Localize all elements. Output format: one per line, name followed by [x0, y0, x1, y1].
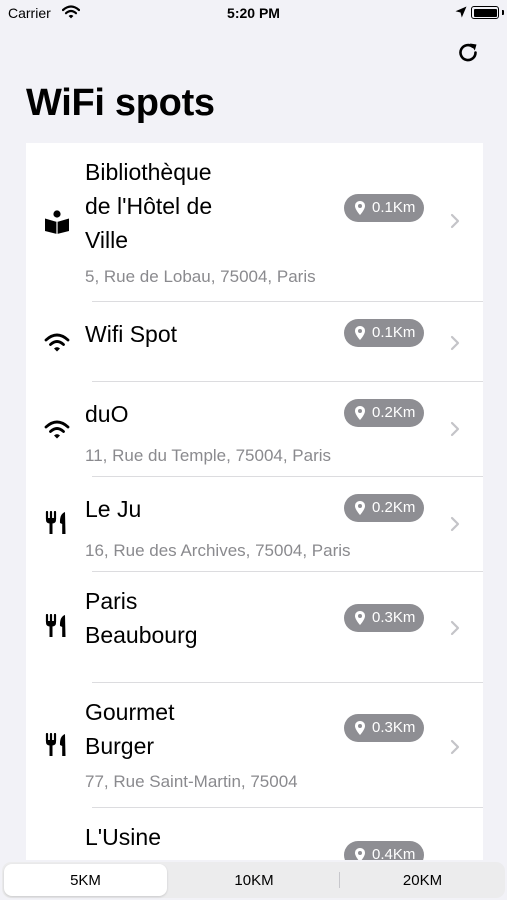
list-item[interactable]: Le Ju 16, Rue des Archives, 75004, Paris…: [26, 477, 483, 571]
distance-badge: 0.2Km: [344, 494, 424, 522]
location-pin-icon: [355, 848, 365, 860]
status-time: 5:20 PM: [227, 5, 280, 21]
list-item[interactable]: Paris Beaubourg 0.3Km: [26, 572, 483, 682]
location-pin-icon: [355, 611, 365, 625]
spot-name: L'Usine: [85, 824, 161, 850]
page-title: WiFi spots: [26, 82, 215, 124]
segment-20km[interactable]: 20KM: [340, 862, 505, 898]
distance-value: 0.4Km: [372, 846, 416, 860]
distance-badge: 0.1Km: [344, 194, 424, 222]
spot-name: Paris Beaubourg: [85, 588, 198, 648]
location-pin-icon: [355, 406, 365, 420]
chevron-right-icon: [450, 739, 460, 755]
spot-address: 16, Rue des Archives, 75004, Paris: [85, 541, 351, 560]
chevron-right-icon: [450, 213, 460, 229]
spot-name: Wifi Spot: [85, 321, 178, 347]
spot-name: duO: [85, 401, 129, 427]
list-item[interactable]: duO 11, Rue du Temple, 75004, Paris 0.2K…: [26, 382, 483, 476]
segment-5km[interactable]: 5KM: [4, 864, 167, 896]
restaurant-icon: [45, 614, 66, 637]
distance-badge: 0.1Km: [344, 319, 424, 347]
distance-badge: 0.2Km: [344, 399, 424, 427]
spots-list[interactable]: Bibliothèque de l'Hôtel de Ville 5, Rue …: [26, 143, 483, 860]
battery-tip: [502, 10, 504, 15]
distance-value: 0.3Km: [372, 719, 416, 736]
distance-badge: 0.3Km: [344, 604, 424, 632]
restaurant-icon: [45, 733, 66, 756]
distance-value: 0.2Km: [372, 499, 416, 516]
spot-address: 11, Rue du Temple, 75004, Paris: [85, 446, 332, 465]
spot-address: 5, Rue de Lobau, 75004, Paris: [85, 267, 316, 286]
spot-address: 77, Rue Saint-Martin, 75004: [85, 772, 298, 791]
wifi-icon: [44, 333, 70, 352]
location-pin-icon: [355, 326, 365, 340]
distance-value: 0.3Km: [372, 609, 416, 626]
location-pin-icon: [355, 721, 365, 735]
chevron-right-icon: [450, 516, 460, 532]
spot-name: Gourmet Burger: [85, 699, 175, 759]
chevron-right-icon: [450, 620, 460, 636]
distance-badge: 0.4Km: [344, 841, 424, 860]
spot-name: Bibliothèque de l'Hôtel de Ville: [85, 159, 213, 253]
list-item[interactable]: Wifi Spot 0.1Km: [26, 302, 483, 381]
distance-value: 0.1Km: [372, 324, 416, 341]
segment-10km[interactable]: 10KM: [170, 862, 338, 898]
location-arrow-icon: [455, 6, 467, 18]
chevron-right-icon: [450, 421, 460, 437]
location-pin-icon: [355, 501, 365, 515]
status-bar: Carrier 5:20 PM: [0, 0, 507, 30]
restaurant-icon: [45, 511, 66, 534]
chevron-right-icon: [450, 335, 460, 351]
battery-icon: [471, 6, 499, 19]
distance-value: 0.2Km: [372, 404, 416, 421]
list-item[interactable]: L'Usine 0.4Km: [26, 808, 483, 860]
location-pin-icon: [355, 201, 365, 215]
list-item[interactable]: Gourmet Burger 77, Rue Saint-Martin, 750…: [26, 683, 483, 807]
list-item[interactable]: Bibliothèque de l'Hôtel de Ville 5, Rue …: [26, 143, 483, 301]
spot-name: Le Ju: [85, 496, 142, 522]
refresh-icon[interactable]: [455, 40, 481, 66]
distance-value: 0.1Km: [372, 199, 416, 216]
distance-badge: 0.3Km: [344, 714, 424, 742]
library-icon: [45, 210, 69, 234]
wifi-icon: [44, 420, 70, 439]
distance-segmented-control[interactable]: 5KM 10KM 20KM: [2, 862, 505, 898]
